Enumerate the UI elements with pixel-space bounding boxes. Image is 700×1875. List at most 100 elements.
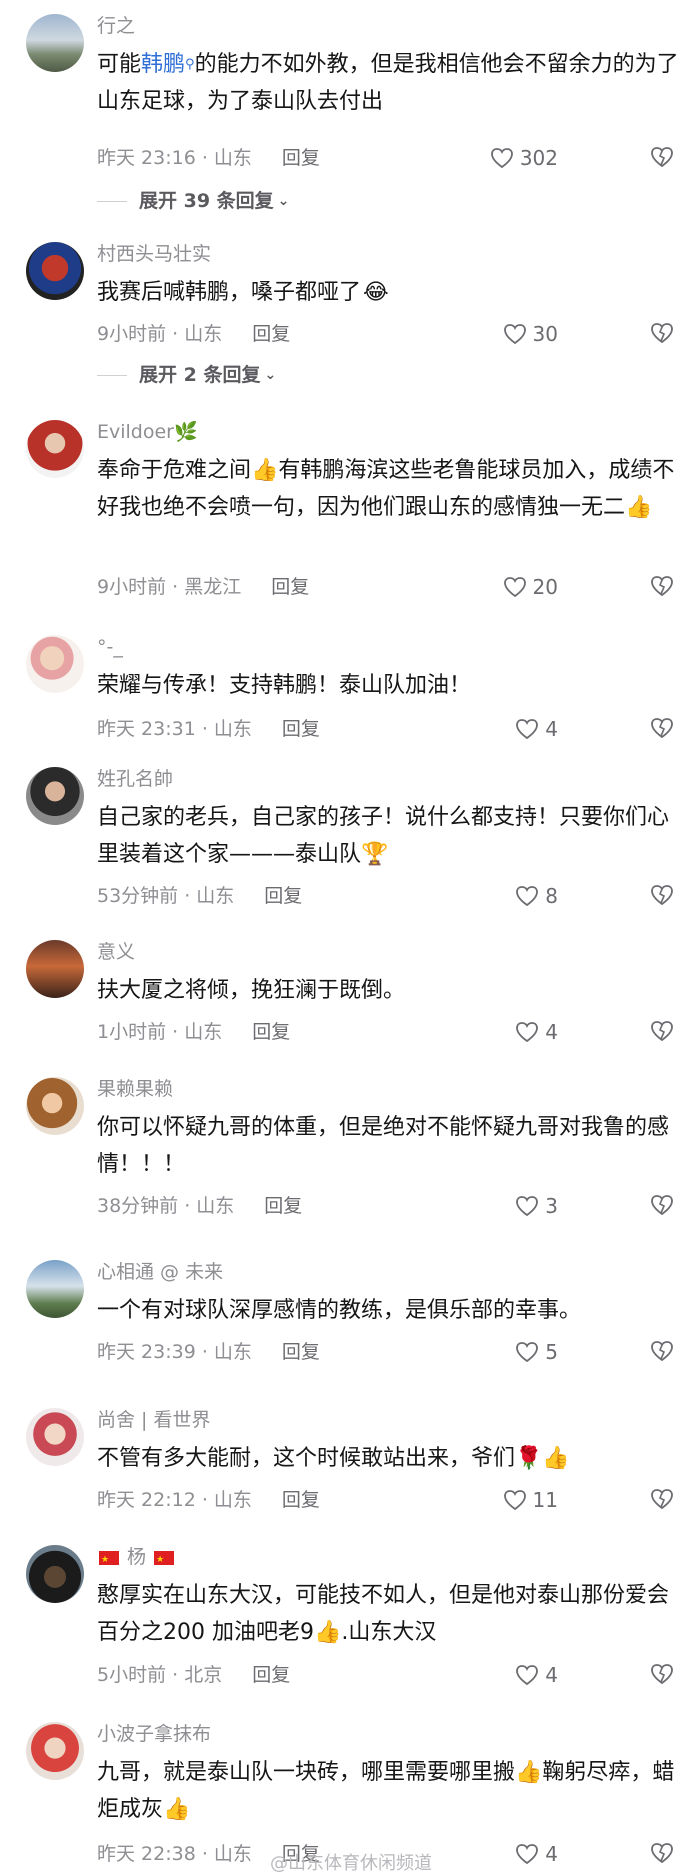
divider (97, 200, 127, 202)
time-location: 38分钟前 · 山东 (97, 1195, 235, 1217)
heart-icon (516, 719, 539, 740)
heart-icon (516, 886, 539, 907)
avatar[interactable] (26, 635, 84, 693)
avatar[interactable] (26, 767, 84, 825)
username[interactable]: 心相通 @ 未来 (97, 1260, 223, 1284)
heart-icon (516, 1665, 539, 1686)
dislike-icon[interactable] (650, 1488, 674, 1510)
reply-button[interactable]: 回复 (252, 1021, 290, 1043)
username[interactable]: 小波子拿抹布 (97, 1722, 211, 1746)
comment-meta: 9小时前 · 黑龙江 回复 (97, 575, 309, 599)
dislike-icon[interactable] (650, 1340, 674, 1362)
username[interactable]: °-_ (97, 635, 123, 659)
comment-text: 扶大厦之将倾，挽狂澜于既倒。 (97, 978, 406, 1003)
comment-text: 我赛后喊韩鹏，嗓子都哑了😂 (97, 274, 682, 311)
avatar[interactable] (26, 1545, 84, 1603)
heart-icon (516, 1342, 539, 1363)
expand-label: 展开 2 条回复 (139, 364, 261, 386)
comment-meta: 9小时前 · 山东 回复 (97, 322, 290, 346)
comment-meta: 38分钟前 · 山东 回复 (97, 1194, 302, 1218)
dislike-icon[interactable] (650, 884, 674, 906)
like-button[interactable]: 5 (428, 1340, 558, 1364)
comment-text: 憨厚实在山东大汉，可能技不如人，但是他对泰山那份爱会百分之200 加油吧老9👍.… (97, 1583, 670, 1645)
reply-button[interactable]: 回复 (282, 718, 320, 740)
like-button[interactable]: 302 (428, 146, 558, 170)
comment-text-body: 我赛后喊韩鹏，嗓子都哑了 (97, 280, 362, 305)
heart-icon (516, 1196, 539, 1217)
username[interactable]: 村西头马壮实 (97, 242, 211, 266)
like-count: 8 (545, 884, 558, 908)
like-button[interactable]: 4 (428, 1663, 558, 1687)
dislike-icon[interactable] (650, 1842, 674, 1864)
like-button[interactable]: 4 (428, 1020, 558, 1044)
avatar[interactable] (26, 242, 84, 300)
like-button[interactable]: 8 (428, 884, 558, 908)
reply-button[interactable]: 回复 (282, 1489, 320, 1511)
avatar[interactable] (26, 1077, 84, 1135)
comment-meta: 53分钟前 · 山东 回复 (97, 884, 302, 908)
username[interactable]: Evildoer🌿 (97, 420, 198, 444)
avatar[interactable] (26, 940, 84, 998)
username[interactable]: 姓孔名帥 (97, 767, 173, 791)
comment-text: 可能韩鹏⚲的能力不如外教，但是我相信他会不留余力的为了山东足球，为了泰山队去付出 (97, 46, 682, 120)
time-location: 昨天 23:31 · 山东 (97, 718, 252, 740)
username-text: 杨 (127, 1546, 147, 1568)
avatar[interactable] (26, 1722, 84, 1780)
like-button[interactable]: 4 (428, 1842, 558, 1866)
avatar[interactable] (26, 420, 84, 478)
reply-button[interactable]: 回复 (264, 885, 302, 907)
dislike-icon[interactable] (650, 1194, 674, 1216)
heart-icon (516, 1022, 539, 1043)
time-location: 昨天 22:38 · 山东 (97, 1843, 252, 1865)
like-button[interactable]: 30 (428, 322, 558, 346)
expand-replies-button[interactable]: 展开 39 条回复 ⌄ (97, 189, 289, 213)
comment-text-pre: 可能 (97, 52, 142, 77)
username-text: Evildoer (97, 421, 174, 443)
reply-button[interactable]: 回复 (282, 1341, 320, 1363)
like-button[interactable]: 11 (428, 1488, 558, 1512)
avatar[interactable] (26, 1260, 84, 1318)
like-button[interactable]: 4 (428, 717, 558, 741)
expand-replies-button[interactable]: 展开 2 条回复 ⌄ (97, 363, 276, 387)
comment-text: 自己家的老兵，自己家的孩子！说什么都支持！只要你们心里装着这个家———泰山队🏆 (97, 805, 670, 867)
username[interactable]: 意义 (97, 940, 135, 964)
comment-text: 你可以怀疑九哥的体重，但是绝对不能怀疑九哥对我鲁的感情！！！ (97, 1115, 670, 1177)
comment-meta: 1小时前 · 山东 回复 (97, 1020, 290, 1044)
comment-meta: 昨天 23:39 · 山东 回复 (97, 1340, 320, 1364)
heart-icon (516, 1844, 539, 1865)
username[interactable]: 杨 (97, 1545, 176, 1572)
like-button[interactable]: 20 (428, 575, 558, 599)
heart-icon (503, 577, 526, 598)
search-icon: ⚲ (185, 57, 195, 72)
comment-text: 荣耀与传承！支持韩鹏！泰山队加油！ (97, 673, 472, 698)
dislike-icon[interactable] (650, 1020, 674, 1042)
leaf-emoji: 🌿 (174, 421, 198, 443)
heart-icon (490, 148, 513, 169)
comment-text: 一个有对球队深厚感情的教练，是俱乐部的幸事。 (97, 1298, 582, 1323)
reply-button[interactable]: 回复 (282, 147, 320, 169)
topic-link[interactable]: 韩鹏 (141, 52, 185, 77)
reply-button[interactable]: 回复 (264, 1195, 302, 1217)
dislike-icon[interactable] (650, 575, 674, 597)
like-count: 3 (545, 1194, 558, 1218)
username[interactable]: 果赖果赖 (97, 1077, 173, 1101)
reply-button[interactable]: 回复 (252, 323, 290, 345)
like-count: 4 (545, 1663, 558, 1687)
like-count: 11 (532, 1488, 558, 1512)
avatar[interactable] (26, 1408, 84, 1466)
like-count: 4 (545, 1020, 558, 1044)
time-location: 53分钟前 · 山东 (97, 885, 235, 907)
time-location: 1小时前 · 山东 (97, 1021, 223, 1043)
dislike-icon[interactable] (650, 146, 674, 168)
china-flag-icon (99, 1548, 119, 1572)
username[interactable]: 尚舍 | 看世界 (97, 1408, 210, 1432)
like-count: 4 (545, 717, 558, 741)
username[interactable]: 行之 (97, 14, 135, 38)
dislike-icon[interactable] (650, 717, 674, 739)
avatar[interactable] (26, 14, 84, 72)
like-button[interactable]: 3 (428, 1194, 558, 1218)
reply-button[interactable]: 回复 (252, 1664, 290, 1686)
dislike-icon[interactable] (650, 322, 674, 344)
dislike-icon[interactable] (650, 1663, 674, 1685)
reply-button[interactable]: 回复 (271, 576, 309, 598)
